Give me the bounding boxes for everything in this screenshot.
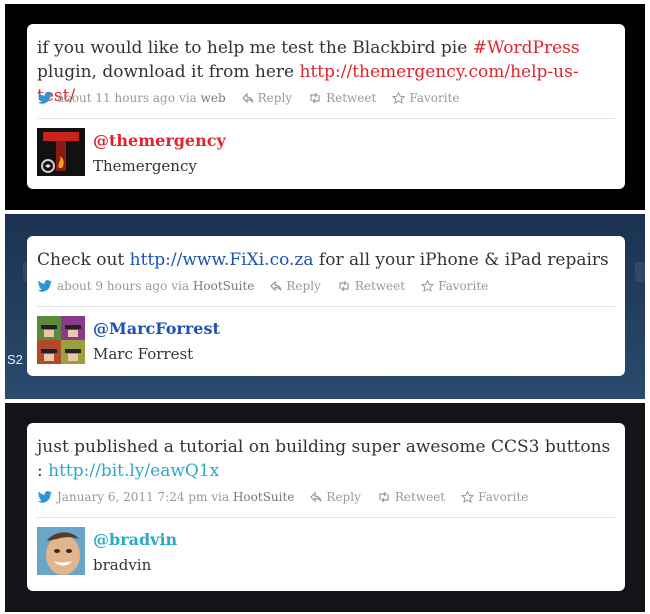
twitter-bird-icon bbox=[37, 280, 52, 292]
divider bbox=[37, 517, 615, 518]
via-source: via HootSuite bbox=[211, 490, 295, 504]
retweet-icon bbox=[339, 281, 349, 291]
favorite-button[interactable]: Favorite bbox=[392, 91, 460, 105]
star-icon bbox=[392, 92, 406, 104]
tweet-timestamp-link[interactable]: January 6, 2011 7:24 pm bbox=[57, 490, 207, 504]
reply-icon bbox=[310, 492, 323, 502]
tweet-text-part: Check out bbox=[37, 250, 130, 270]
retweet-button[interactable]: Retweet bbox=[308, 91, 376, 105]
divider bbox=[37, 118, 615, 119]
tweet-card: just published a tutorial on building su… bbox=[27, 423, 625, 591]
tweet-link[interactable]: http://www.FiXi.co.za bbox=[130, 250, 314, 270]
reply-button[interactable]: Reply bbox=[241, 91, 292, 105]
tweet-text-part: plugin, download it from here bbox=[37, 62, 300, 82]
tweet-timestamp-link[interactable]: about 11 hours ago bbox=[57, 91, 175, 105]
user-handle-link[interactable]: @MarcForrest bbox=[93, 319, 220, 338]
reply-button[interactable]: Reply bbox=[270, 279, 321, 293]
reply-icon bbox=[270, 281, 282, 291]
tweet-text-part: if you would like to help me test the Bl… bbox=[37, 38, 473, 58]
marcforrest-photo-icon bbox=[37, 316, 85, 364]
twitter-bird-icon bbox=[37, 92, 52, 104]
tweet-panel-2: S2 Check out http://www.FiXi.co.za for a… bbox=[5, 214, 645, 399]
reply-icon bbox=[241, 93, 254, 103]
user-display-name: Marc Forrest bbox=[93, 345, 194, 363]
tweet-card: if you would like to help me test the Bl… bbox=[27, 24, 625, 189]
favorite-button[interactable]: Favorite bbox=[421, 279, 488, 293]
tweet-timestamp-link[interactable]: about 9 hours ago bbox=[57, 279, 167, 293]
tweet-meta: about 9 hours ago via HootSuite Reply Re… bbox=[37, 279, 488, 293]
hashtag-link[interactable]: #WordPress bbox=[473, 38, 580, 58]
retweet-icon bbox=[310, 93, 320, 103]
avatar[interactable] bbox=[37, 316, 85, 364]
retweet-button[interactable]: Retweet bbox=[337, 279, 405, 293]
bradvin-photo-icon bbox=[37, 527, 85, 575]
retweet-icon bbox=[379, 492, 389, 502]
tweet-meta: January 6, 2011 7:24 pm via HootSuite Re… bbox=[37, 490, 528, 504]
star-icon bbox=[461, 491, 475, 503]
user-display-name: bradvin bbox=[93, 556, 152, 574]
tweet-panel-1: if you would like to help me test the Bl… bbox=[5, 4, 645, 210]
background-text: S2 bbox=[7, 352, 23, 367]
divider bbox=[37, 306, 615, 307]
tweet-card: Check out http://www.FiXi.co.za for all … bbox=[27, 236, 625, 376]
retweet-button[interactable]: Retweet bbox=[377, 490, 445, 504]
via-source: via web bbox=[178, 91, 226, 105]
twitter-bird-icon bbox=[37, 491, 52, 503]
user-handle-link[interactable]: @bradvin bbox=[93, 530, 177, 549]
star-icon bbox=[421, 280, 435, 292]
avatar[interactable] bbox=[37, 128, 85, 176]
tweet-meta: about 11 hours ago via web Reply Retweet… bbox=[37, 91, 460, 105]
user-handle-link[interactable]: @themergency bbox=[93, 131, 226, 150]
tweet-link[interactable]: http://bit.ly/eawQ1x bbox=[48, 461, 219, 481]
tweet-text-part: for all your iPhone & iPad repairs bbox=[313, 250, 609, 270]
tweet-panel-3: just published a tutorial on building su… bbox=[5, 403, 645, 612]
favorite-button[interactable]: Favorite bbox=[461, 490, 528, 504]
tweet-text: just published a tutorial on building su… bbox=[37, 435, 613, 483]
avatar[interactable] bbox=[37, 527, 85, 575]
tweet-text: Check out http://www.FiXi.co.za for all … bbox=[37, 248, 613, 272]
reply-button[interactable]: Reply bbox=[310, 490, 361, 504]
user-display-name: Themergency bbox=[93, 157, 197, 175]
themergency-logo-icon bbox=[37, 128, 85, 176]
via-source: via HootSuite bbox=[171, 279, 255, 293]
